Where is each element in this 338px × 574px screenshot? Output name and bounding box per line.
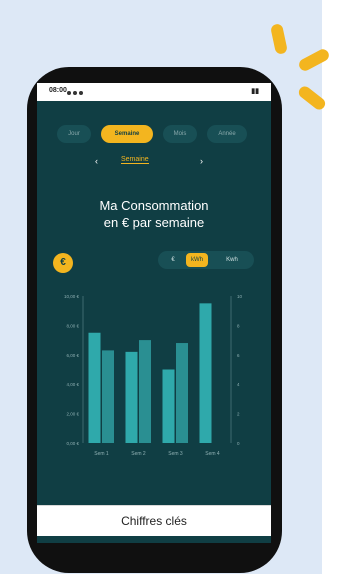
page-title: Ma Consommation en € par semaine xyxy=(57,197,251,231)
bar-sem-2-s1 xyxy=(125,351,138,443)
x-tick-label: Sem 4 xyxy=(205,451,220,457)
tab-week[interactable]: Semaine xyxy=(101,125,153,143)
toggle-euro[interactable]: € xyxy=(166,253,180,267)
battery-icon: ▮▮ xyxy=(251,88,259,95)
consumption-chart: 0,00 € 2,00 € 4,00 € 6,00 € 8,00 € 10,00 € 0 2 4… xyxy=(37,288,271,478)
bar-sem-1-s1 xyxy=(88,332,101,443)
period-label: Semaine xyxy=(121,156,149,164)
y-tick-label-left: 6,00 € xyxy=(66,353,79,358)
title-line-1: Ma Consommation xyxy=(99,198,209,213)
y-tick-label-right: 6 xyxy=(237,353,240,358)
next-period-button[interactable]: › xyxy=(200,156,203,166)
tab-year[interactable]: Année xyxy=(207,125,247,143)
bar-sem-1-s2 xyxy=(102,350,114,443)
status-bar: 08:00 ▮▮ xyxy=(37,83,271,101)
y-tick-label-left: 4,00 € xyxy=(66,382,79,387)
y-tick-label-right: 0 xyxy=(237,441,240,446)
app-screen: 08:00 ▮▮ Jour Semaine Mois Année ‹ Semai… xyxy=(37,83,271,543)
x-tick-label: Sem 1 xyxy=(94,451,109,457)
prev-period-button[interactable]: ‹ xyxy=(95,156,98,166)
toggle-kwh-active[interactable]: kWh xyxy=(186,253,208,267)
key-figures-button[interactable]: Chiffres clés xyxy=(37,505,271,536)
x-tick-label: Sem 3 xyxy=(168,451,183,457)
status-time: 08:00 xyxy=(49,87,67,94)
euro-button[interactable]: € xyxy=(53,253,73,273)
tab-day[interactable]: Jour xyxy=(57,125,91,143)
bar-sem-3-s2 xyxy=(176,343,188,443)
y-tick-label-right: 8 xyxy=(237,323,240,328)
y-tick-label-left: 2,00 € xyxy=(66,412,79,417)
bar-sem-2-s2 xyxy=(139,340,151,443)
background-edge xyxy=(322,0,338,574)
y-tick-label-right: 4 xyxy=(237,382,240,387)
y-tick-label-left: 8,00 € xyxy=(66,323,79,328)
y-tick-label-left: 10,00 € xyxy=(64,294,80,299)
period-tabs: Jour Semaine Mois Année xyxy=(57,125,257,145)
bar-sem-4-s1 xyxy=(199,303,212,443)
bar-sem-3-s1 xyxy=(162,369,175,443)
unit-toggle: € kWh Kwh xyxy=(158,251,254,269)
toggle-kwh[interactable]: Kwh xyxy=(218,253,246,267)
chart-svg: 0,00 € 2,00 € 4,00 € 6,00 € 8,00 € 10,00 € 0 2 4… xyxy=(64,294,243,457)
title-line-2: en € par semaine xyxy=(103,215,205,230)
period-selector: ‹ Semaine › xyxy=(95,156,215,170)
y-tick-label-right: 10 xyxy=(237,294,243,299)
notification-icons xyxy=(67,90,91,95)
x-tick-label: Sem 2 xyxy=(131,451,146,457)
tab-month[interactable]: Mois xyxy=(163,125,197,143)
y-tick-label-right: 2 xyxy=(237,412,240,417)
y-tick-label-left: 0,00 € xyxy=(66,441,79,446)
